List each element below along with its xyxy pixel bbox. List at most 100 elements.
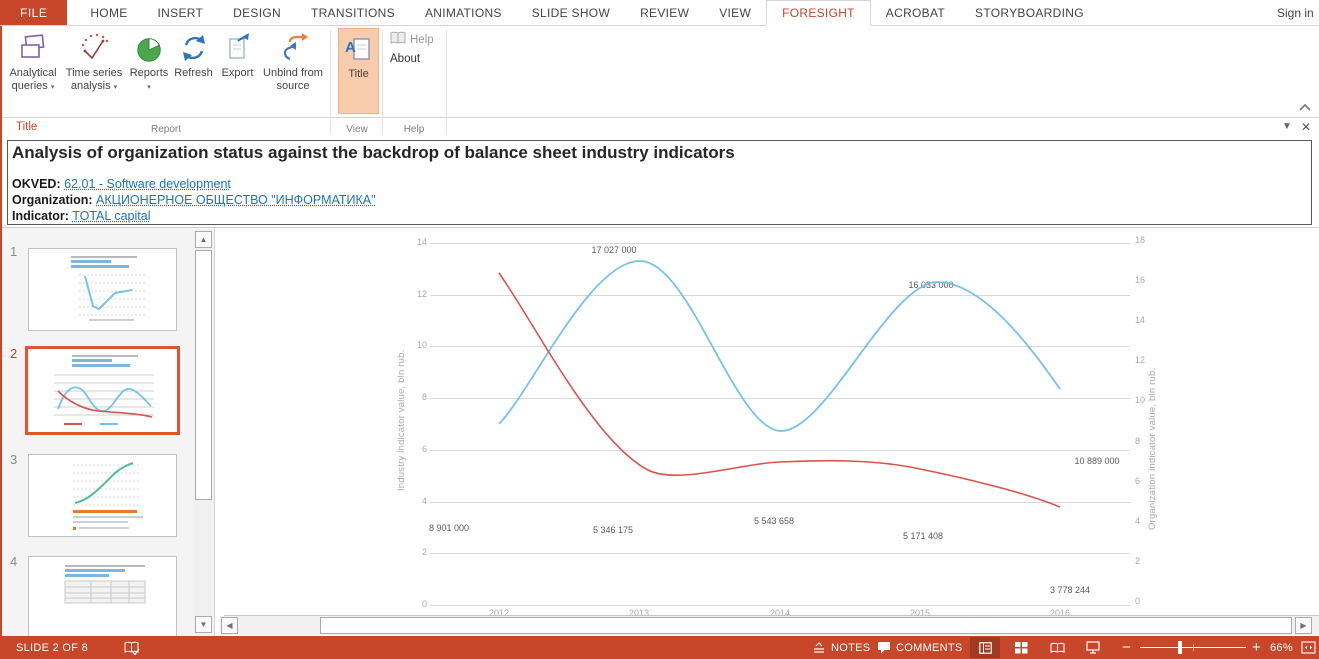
- dropdown-caret-icon: ▾: [114, 84, 118, 91]
- report-heading: Analysis of organization status against …: [12, 143, 1311, 163]
- notes-label: NOTES: [831, 642, 870, 654]
- zoom-in-button[interactable]: +: [1252, 636, 1261, 659]
- time-series-analysis-button[interactable]: Time series analysis ▾: [62, 28, 126, 114]
- right-axis-tick: 4: [1135, 516, 1140, 526]
- right-axis-tick: 2: [1135, 556, 1140, 566]
- data-label: 17 027 000: [579, 245, 649, 255]
- slide-thumbnail-1[interactable]: [28, 248, 177, 331]
- scroll-down-icon[interactable]: ▼: [195, 616, 212, 633]
- okved-line: OKVED: 62.01 - Software development: [12, 176, 1311, 192]
- status-bar: SLIDE 2 OF 8 NOTES COMMENTS − +: [2, 636, 1319, 659]
- fit-slide-to-window-button[interactable]: [1301, 636, 1316, 659]
- left-axis-tick: 8: [405, 392, 427, 402]
- reports-button[interactable]: Reports ▾: [128, 28, 170, 114]
- zoom-out-button[interactable]: −: [1122, 636, 1131, 659]
- scroll-up-icon[interactable]: ▲: [195, 231, 212, 248]
- report-title-box[interactable]: Analysis of organization status against …: [7, 140, 1312, 225]
- comments-button[interactable]: COMMENTS: [877, 636, 963, 659]
- about-button[interactable]: About: [390, 53, 420, 65]
- title-toggle-button[interactable]: A Title: [338, 28, 379, 114]
- slide-sorter-icon: [1015, 642, 1028, 654]
- tab-storyboarding[interactable]: STORYBOARDING: [960, 0, 1099, 25]
- data-label: 5 346 175: [578, 525, 648, 535]
- button-label: Analytical queries: [9, 67, 56, 92]
- refresh-button[interactable]: Refresh: [172, 28, 215, 114]
- analytical-queries-icon: [4, 28, 62, 64]
- group-divider: [446, 30, 447, 134]
- right-axis-tick: 0: [1135, 596, 1140, 606]
- okved-link[interactable]: 62.01 - Software development: [64, 177, 231, 191]
- unbind-from-source-icon: [260, 28, 326, 64]
- gridline: [430, 398, 1130, 399]
- notes-icon: [812, 642, 826, 654]
- right-axis-tick: 16: [1135, 275, 1145, 285]
- data-label: 3 778 244: [1035, 585, 1105, 595]
- scrollbar-thumb[interactable]: [195, 250, 212, 500]
- gridline: [430, 295, 1130, 296]
- slide-thumbnail-4[interactable]: [28, 556, 177, 636]
- proofing-icon[interactable]: [124, 636, 140, 659]
- slide-canvas[interactable]: 0246810121402468101214161820122013201420…: [216, 228, 1319, 636]
- gridline: [430, 450, 1130, 451]
- tab-home[interactable]: HOME: [75, 0, 142, 25]
- slide-thumbnail-3[interactable]: [28, 454, 177, 537]
- organization-link[interactable]: АКЦИОНЕРНОЕ ОБЩЕСТВО "ИНФОРМАТИКА": [96, 193, 376, 207]
- analytical-queries-button[interactable]: Analytical queries ▾: [4, 28, 62, 114]
- svg-text:A: A: [345, 39, 356, 56]
- right-axis-tick: 8: [1135, 436, 1140, 446]
- reading-view-button[interactable]: [1042, 637, 1072, 658]
- unbind-from-source-button[interactable]: Unbind from source: [260, 28, 326, 114]
- ribbon-tab-bar: FILE HOMEINSERTDESIGNTRANSITIONSANIMATIO…: [0, 0, 1319, 26]
- zoom-slider-center-tick: [1193, 644, 1194, 651]
- zoom-slider-thumb[interactable]: [1178, 641, 1182, 654]
- export-button[interactable]: Export: [217, 28, 258, 114]
- right-axis-title: Organization indicator value, bln rub.: [1147, 330, 1158, 530]
- scroll-left-icon[interactable]: ◀: [221, 617, 238, 634]
- horizontal-scrollbar[interactable]: ◀ ▶: [220, 616, 1319, 635]
- slide-thumbnail-2-selected[interactable]: [25, 346, 180, 435]
- collapse-ribbon-icon[interactable]: [1298, 100, 1316, 114]
- app-window: FILE HOMEINSERTDESIGNTRANSITIONSANIMATIO…: [0, 0, 1319, 659]
- zoom-percentage[interactable]: 66%: [1270, 636, 1293, 659]
- reports-icon: [128, 28, 170, 64]
- dropdown-caret-icon: ▾: [147, 84, 151, 91]
- organization-label: Organization:: [12, 193, 93, 207]
- slideshow-icon: [1086, 641, 1100, 654]
- tab-acrobat[interactable]: ACROBAT: [871, 0, 960, 25]
- slideshow-view-button[interactable]: [1078, 637, 1108, 658]
- button-label: Reports: [130, 67, 169, 79]
- scrollbar-thumb[interactable]: [320, 617, 1292, 634]
- group-divider: [330, 30, 331, 134]
- thumbnail-scrollbar[interactable]: ▲ ▼: [194, 230, 213, 634]
- indicator-link[interactable]: TOTAL capital: [72, 209, 150, 223]
- normal-view-button[interactable]: [970, 637, 1000, 658]
- button-label: Refresh: [174, 67, 213, 79]
- right-axis-tick: 10: [1135, 395, 1145, 405]
- right-axis-tick: 18: [1135, 235, 1145, 245]
- button-label: Export: [222, 67, 254, 79]
- pane-close-icon[interactable]: ✕: [1301, 120, 1311, 134]
- left-axis-tick: 6: [405, 444, 427, 454]
- tab-animations[interactable]: ANIMATIONS: [410, 0, 517, 25]
- tab-design[interactable]: DESIGN: [218, 0, 296, 25]
- left-axis-title: Industry indicator value, bln rub.: [396, 306, 407, 491]
- refresh-icon: [172, 28, 215, 64]
- title-icon: A: [339, 29, 378, 65]
- tab-transitions[interactable]: TRANSITIONS: [296, 0, 410, 25]
- tab-view[interactable]: VIEW: [704, 0, 766, 25]
- gridline: [430, 346, 1130, 347]
- tab-insert[interactable]: INSERT: [143, 0, 219, 25]
- tab-foresight[interactable]: FORESIGHT: [766, 0, 871, 26]
- time-series-analysis-icon: [62, 28, 126, 64]
- tab-slide-show[interactable]: SLIDE SHOW: [517, 0, 625, 25]
- scroll-right-icon[interactable]: ▶: [1295, 617, 1312, 634]
- pane-dropdown-icon[interactable]: ▼: [1282, 121, 1292, 132]
- slide-sorter-view-button[interactable]: [1006, 637, 1036, 658]
- help-button[interactable]: Help: [390, 31, 434, 48]
- gridline: [430, 605, 1130, 606]
- file-tab[interactable]: FILE: [0, 0, 67, 25]
- left-axis-tick: 12: [405, 289, 427, 299]
- notes-button[interactable]: NOTES: [812, 636, 870, 659]
- sign-in-button[interactable]: Sign in: [1277, 0, 1319, 25]
- tab-review[interactable]: REVIEW: [625, 0, 704, 25]
